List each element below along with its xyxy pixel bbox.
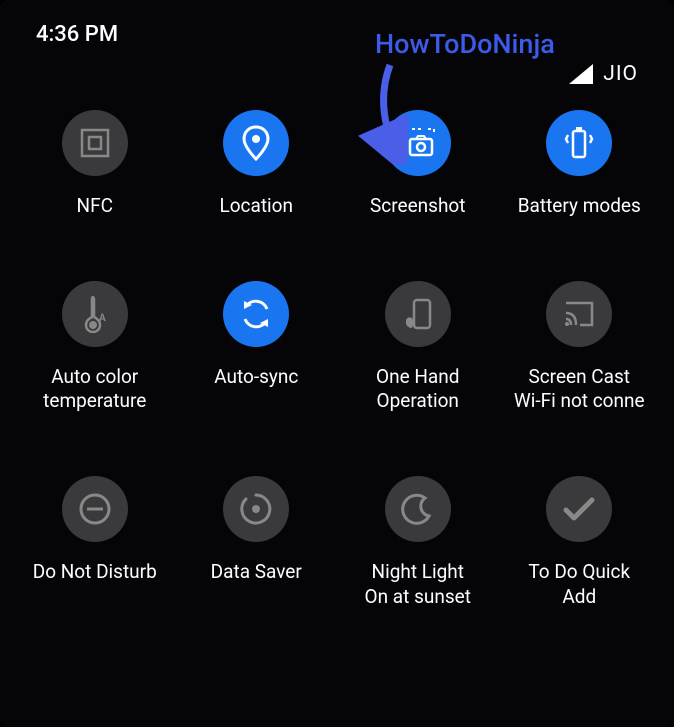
- tile-label: Screenshot: [370, 194, 465, 219]
- tile-auto-sync[interactable]: Auto-sync: [176, 281, 338, 414]
- tile-data-saver[interactable]: Data Saver: [176, 476, 338, 609]
- annotation-label: HowToDoNinja: [375, 28, 555, 60]
- tile-nfc[interactable]: NFC: [14, 110, 176, 219]
- tile-label: Data Saver: [211, 560, 302, 585]
- carrier-label: JIO: [603, 62, 638, 86]
- tile-battery-modes[interactable]: Battery modes: [499, 110, 661, 219]
- tile-do-not-disturb[interactable]: Do Not Disturb: [14, 476, 176, 609]
- quick-settings-panel: 4:36 PM HowToDoNinja JIO NFC: [0, 0, 674, 727]
- cast-icon: [546, 281, 612, 347]
- tile-label: Auto color temperature: [43, 365, 146, 414]
- checkmark-icon: [546, 476, 612, 542]
- tile-auto-color-temperature[interactable]: A Auto color temperature: [14, 281, 176, 414]
- tile-label: Auto-sync: [214, 365, 298, 390]
- moon-icon: [385, 476, 451, 542]
- sync-icon: [223, 281, 289, 347]
- annotation-arrow-icon: [320, 55, 430, 165]
- clock-time: 4:36 PM: [36, 22, 118, 47]
- tile-label: To Do Quick Add: [528, 560, 630, 609]
- status-bar: 4:36 PM: [6, 0, 668, 50]
- tile-night-light[interactable]: Night Light On at sunset: [337, 476, 499, 609]
- tile-label: NFC: [77, 194, 113, 219]
- data-saver-icon: [223, 476, 289, 542]
- nfc-icon: [62, 110, 128, 176]
- svg-text:A: A: [99, 313, 106, 324]
- tile-label: Do Not Disturb: [33, 560, 157, 585]
- tile-label: One Hand Operation: [376, 365, 459, 414]
- tile-screen-cast[interactable]: Screen Cast Wi-Fi not conne: [499, 281, 661, 414]
- battery-icon: [546, 110, 612, 176]
- location-icon: [223, 110, 289, 176]
- one-hand-icon: [385, 281, 451, 347]
- tile-todo-quick-add[interactable]: To Do Quick Add: [499, 476, 661, 609]
- tile-location[interactable]: Location: [176, 110, 338, 219]
- signal-icon: [569, 64, 593, 84]
- tile-one-hand-operation[interactable]: One Hand Operation: [337, 281, 499, 414]
- tile-label: Night Light On at sunset: [365, 560, 471, 609]
- tile-label: Screen Cast Wi-Fi not conne: [514, 365, 645, 414]
- tile-label: Location: [219, 194, 293, 219]
- thermometer-icon: A: [62, 281, 128, 347]
- dnd-icon: [62, 476, 128, 542]
- tile-label: Battery modes: [518, 194, 641, 219]
